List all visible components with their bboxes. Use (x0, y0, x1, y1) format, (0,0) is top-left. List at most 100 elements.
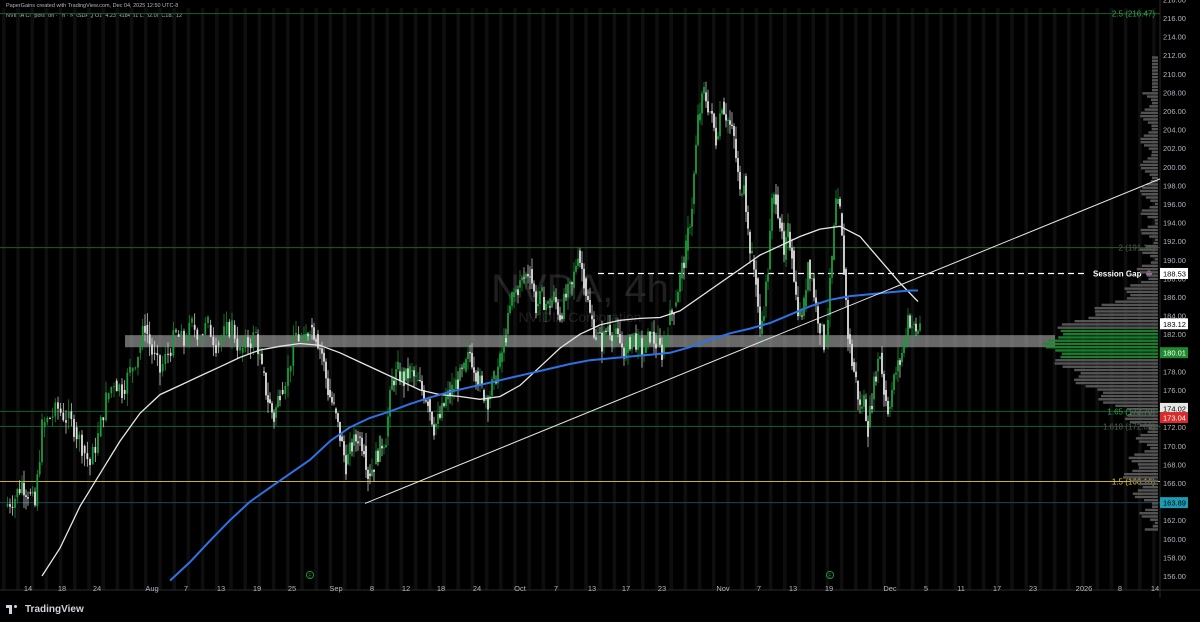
candle-body (83, 445, 86, 454)
volume-profile-bar (1134, 453, 1158, 456)
volume-profile-bar (1101, 303, 1158, 307)
candle-body (687, 227, 689, 251)
volume-profile-bar (1126, 290, 1158, 294)
candle-body (859, 399, 861, 405)
candle-body (295, 332, 297, 337)
candle-body (102, 417, 105, 421)
candle-body (541, 287, 543, 292)
volume-profile-bar (1148, 131, 1158, 134)
candle-body (126, 372, 129, 394)
fib-level-label: 1.618 (172.09) (1103, 422, 1155, 431)
candle-body (244, 337, 247, 348)
candle-body (220, 337, 223, 344)
volume-profile-bar (1150, 261, 1158, 264)
candle-body (335, 408, 337, 414)
x-tick-label: 14 (24, 584, 32, 593)
candle-body (559, 314, 561, 321)
price-chart[interactable]: 2.5 (216.47)2 (191.31)1.65 (173.70)1.618… (0, 0, 1200, 622)
volume-profile-bar (1140, 212, 1158, 215)
y-tick-label: 176.00 (1163, 386, 1186, 395)
volume-profile-bar (1152, 79, 1158, 82)
candle-body (329, 390, 331, 397)
candle-body (169, 352, 172, 356)
volume-profile-bar (1074, 319, 1158, 323)
candle-body (503, 338, 505, 353)
candle-body (247, 337, 249, 347)
candle-body (377, 450, 379, 462)
candle-body (677, 291, 679, 303)
candle-body (191, 318, 193, 323)
volume-profile-bar (1140, 189, 1158, 193)
candle-body (110, 387, 113, 394)
x-tick-label: Aug (145, 584, 158, 593)
candle-body (473, 367, 475, 373)
candle-body (907, 315, 909, 337)
candle-body (467, 351, 469, 359)
candle-body (379, 435, 381, 462)
candle-body (269, 399, 271, 404)
candle-body (9, 504, 11, 507)
candle-body (703, 87, 705, 94)
volume-profile-bar (1139, 440, 1158, 443)
volume-profile-bar (1142, 186, 1158, 189)
candle-body (621, 343, 623, 348)
candle-body (785, 237, 787, 260)
candle-body (399, 371, 401, 382)
candle-body (557, 302, 559, 315)
candle-body (429, 399, 431, 412)
candle-body (589, 300, 591, 313)
volume-profile-bar (1152, 82, 1158, 85)
volume-profile-bar (1128, 456, 1158, 460)
volume-profile-bar (1150, 518, 1158, 521)
y-tick-label: 160.00 (1163, 535, 1186, 544)
candle-body (913, 323, 915, 325)
volume-profile-bar (1153, 241, 1158, 245)
y-tick-label: 204.00 (1163, 126, 1186, 135)
candle-body (144, 325, 146, 333)
candle-body (311, 324, 313, 328)
candle-body (721, 109, 723, 114)
x-tick-label: 14 (1151, 584, 1159, 593)
candle-body (695, 144, 697, 174)
candle-body (849, 334, 851, 344)
candle-body (289, 365, 292, 372)
volume-profile-bar (1060, 355, 1158, 359)
candle-body (901, 353, 903, 363)
candle-body (271, 403, 273, 413)
candle-body (829, 277, 831, 316)
candle-body (663, 342, 665, 353)
y-tick-label: 216.00 (1163, 14, 1186, 23)
candle-body (387, 416, 389, 437)
candle-body (421, 381, 423, 391)
watermark-name: NVIDIA Corporation (519, 309, 642, 325)
volume-profile-bar (1061, 323, 1158, 326)
candle-body (561, 315, 563, 320)
candle-body (511, 291, 513, 306)
volume-profile-bar (1126, 297, 1158, 300)
candle-body (519, 280, 521, 288)
candle-body (375, 450, 377, 465)
volume-profile-bar (1149, 235, 1158, 238)
price-tag-label: 188.53 (1163, 269, 1186, 278)
volume-profile-bar (1100, 394, 1158, 398)
candle-body (465, 359, 467, 372)
volume-profile-bar (1078, 375, 1158, 378)
candle-body (667, 334, 669, 337)
candle-body (183, 331, 185, 346)
volume-profile-bar (1144, 528, 1158, 531)
volume-profile-bar (1094, 306, 1158, 310)
candle-body (151, 344, 153, 355)
candle-body (821, 324, 823, 326)
tradingview-logo[interactable]: TradingView (6, 604, 84, 615)
volume-profile-bar (1151, 124, 1158, 128)
volume-profile-bar (1141, 280, 1158, 284)
candle-body (615, 328, 617, 335)
candle-body (731, 124, 733, 126)
y-tick-label: 194.00 (1163, 219, 1186, 228)
candle-body (697, 114, 699, 145)
volume-profile-bar (1152, 69, 1158, 72)
candle-body (167, 353, 169, 355)
y-tick-label: 206.00 (1163, 107, 1186, 116)
candle-body (779, 218, 781, 229)
candle-body (393, 380, 395, 386)
